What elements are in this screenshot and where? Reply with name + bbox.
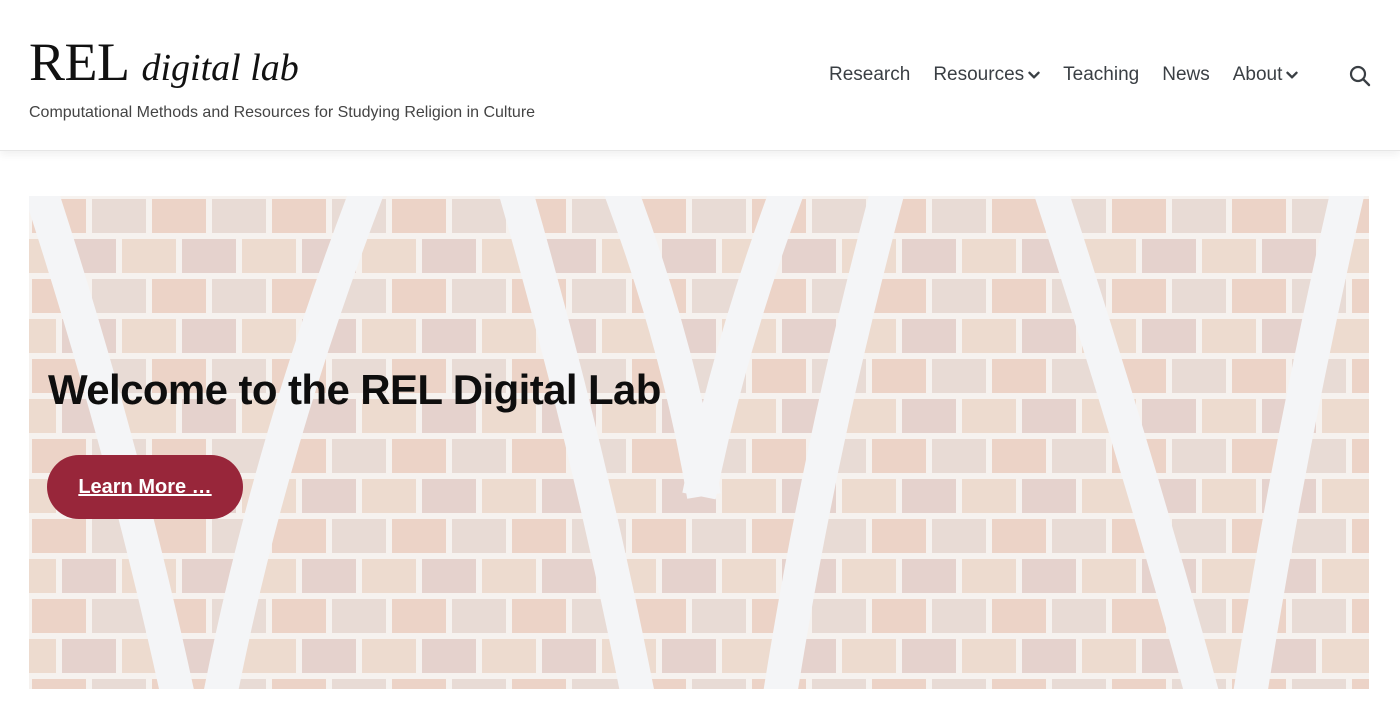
primary-navigation: Research Resources Teaching News About [829, 63, 1321, 87]
nav-item-teaching[interactable]: Teaching [1063, 63, 1139, 87]
site-tagline: Computational Methods and Resources for … [29, 104, 536, 121]
brick-wall-background [29, 196, 1369, 689]
chevron-down-icon [1286, 71, 1299, 80]
learn-more-button[interactable]: Learn More … [47, 455, 243, 519]
site-header: REL digital lab Computational Methods an… [0, 0, 1400, 151]
chevron-down-icon [1028, 71, 1040, 80]
nav-item-about[interactable]: About [1233, 63, 1299, 87]
site-title-link[interactable]: REL digital lab [29, 32, 535, 94]
nav-item-label: Teaching [1063, 64, 1140, 85]
nav-item-label: About [1232, 64, 1283, 85]
site-branding: REL digital lab Computational Methods an… [29, 32, 536, 122]
nav-item-news[interactable]: News [1162, 63, 1210, 87]
nav-item-label: Research [829, 64, 911, 85]
search-icon [1349, 65, 1371, 87]
hero-banner: Welcome to the REL Digital Lab Learn Mor… [29, 196, 1369, 689]
nav-item-label: News [1162, 64, 1210, 85]
hero-heading: Welcome to the REL Digital Lab [48, 366, 661, 413]
site-title-sub: digital lab [141, 47, 299, 89]
search-button[interactable] [1349, 65, 1371, 87]
nav-item-resources[interactable]: Resources [933, 63, 1040, 87]
nav-item-label: Resources [933, 64, 1025, 85]
site-title-main: REL [29, 32, 130, 92]
nav-item-research[interactable]: Research [829, 63, 910, 87]
